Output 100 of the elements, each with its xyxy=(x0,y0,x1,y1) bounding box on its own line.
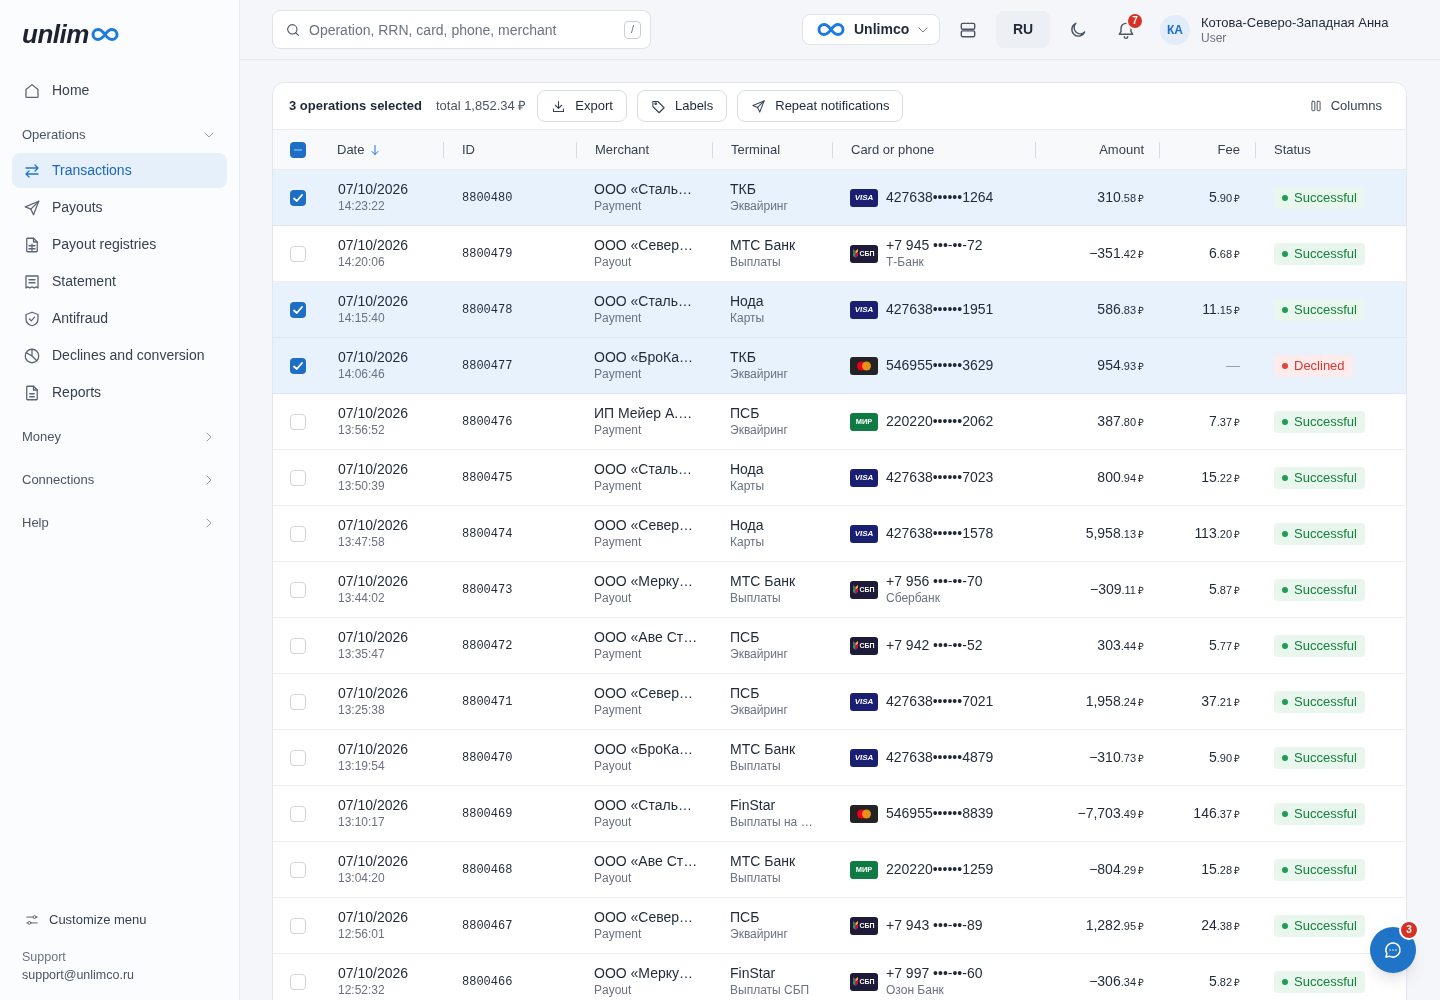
column-header[interactable]: Fee xyxy=(1217,139,1255,160)
card-number: 220220••••••1259 xyxy=(886,861,994,878)
terminal-name: ПСБ xyxy=(730,685,761,702)
avatar: КА xyxy=(1160,14,1190,45)
fee: 113.20 ₽ xyxy=(1194,524,1240,543)
terminal-name: МТС Банк xyxy=(730,853,797,870)
action-button[interactable]: Export xyxy=(537,90,627,122)
column-header[interactable]: Date xyxy=(337,139,382,160)
nav-item[interactable]: Antifraud xyxy=(12,301,227,336)
amount: 303.44 ₽ xyxy=(1097,636,1144,655)
merchant-name: ООО «Сталь… xyxy=(594,293,693,310)
infinity-logo-icon xyxy=(89,26,120,42)
operation-id: 8800478 xyxy=(462,301,513,319)
column-header[interactable]: Amount xyxy=(1099,139,1159,160)
operation-id: 8800466 xyxy=(462,973,513,991)
nav-item[interactable]: Statement xyxy=(12,264,227,299)
spreadsheet-file-icon xyxy=(23,235,41,254)
row-checkbox[interactable] xyxy=(290,973,306,990)
column-header[interactable]: Merchant xyxy=(595,139,650,160)
row-checkbox[interactable] xyxy=(290,357,306,374)
terminal-type: Эквайринг xyxy=(730,422,789,438)
date-text: 07/10/2026 xyxy=(338,685,410,702)
card-number: 427638••••••1578 xyxy=(886,525,994,542)
support-label: Support xyxy=(22,949,66,966)
row-checkbox[interactable] xyxy=(290,469,306,486)
card-number: 220220••••••2062 xyxy=(886,413,994,430)
card-logo: VISA xyxy=(850,468,878,487)
column-header[interactable]: Terminal xyxy=(731,139,781,160)
time-text: 13:19:54 xyxy=(338,758,386,774)
flag-icon xyxy=(853,585,859,594)
merchant-name: ООО «Аве Ст… xyxy=(594,853,699,870)
operation-id: 8800467 xyxy=(462,917,513,935)
time-text: 13:44:02 xyxy=(338,590,386,606)
status-label: Declined xyxy=(1294,356,1345,375)
merchant-name: ООО «Сталь… xyxy=(594,461,693,478)
nav-item[interactable]: Home xyxy=(12,73,227,108)
amount: −310.73 ₽ xyxy=(1089,748,1144,767)
action-button[interactable]: Repeat notifications xyxy=(737,90,904,122)
card-number: 427638••••••7021 xyxy=(886,693,994,710)
date-text: 07/10/2026 xyxy=(338,517,410,534)
time-text: 12:56:01 xyxy=(338,926,386,942)
nav-item[interactable]: Declines and conversion xyxy=(12,338,227,373)
operation-type: Payout xyxy=(594,758,633,774)
time-text: 14:15:40 xyxy=(338,310,386,326)
row-checkbox[interactable] xyxy=(290,525,306,542)
minus-icon xyxy=(294,148,302,151)
row-checkbox[interactable] xyxy=(290,917,306,934)
nav-item[interactable]: Payout registries xyxy=(12,227,227,262)
select-all-checkbox[interactable] xyxy=(290,141,306,158)
fee: 7.37 ₽ xyxy=(1208,412,1240,431)
amount: 954.93 ₽ xyxy=(1097,356,1144,375)
row-checkbox[interactable] xyxy=(290,413,306,430)
terminal-name: МТС Банк xyxy=(730,237,797,254)
row-checkbox[interactable] xyxy=(290,693,306,710)
nav-section[interactable]: Connections xyxy=(12,462,227,498)
time-text: 13:25:38 xyxy=(338,702,386,718)
chat-bubble-icon xyxy=(1383,940,1403,960)
status-label: Successful xyxy=(1294,972,1357,991)
status-label: Successful xyxy=(1294,636,1357,655)
bank-name: Т-Банк xyxy=(886,254,925,270)
date-text: 07/10/2026 xyxy=(338,237,410,254)
row-checkbox[interactable] xyxy=(290,749,306,766)
column-header[interactable]: ID xyxy=(462,139,475,160)
card-logo-icon xyxy=(850,804,878,823)
row-checkbox[interactable] xyxy=(290,861,306,878)
row-checkbox[interactable] xyxy=(290,189,306,206)
support-email[interactable]: support@unlimco.ru xyxy=(22,966,135,984)
row-checkbox[interactable] xyxy=(290,637,306,654)
card-number: 427638••••••1264 xyxy=(886,189,994,206)
workspace-selector[interactable]: Unlimco xyxy=(802,14,940,45)
card-logo: VISA xyxy=(850,300,878,319)
operation-type: Payment xyxy=(594,198,643,214)
customize-menu-button[interactable]: Customize menu xyxy=(12,905,160,935)
row-checkbox[interactable] xyxy=(290,301,306,318)
nav-section[interactable]: Help xyxy=(12,505,227,541)
operation-type: Payout xyxy=(594,870,633,886)
merchant-name: ООО «БроКа… xyxy=(594,349,695,366)
operation-id: 8800469 xyxy=(462,805,513,823)
fee: 24.38 ₽ xyxy=(1201,916,1240,935)
fee: 15.28 ₽ xyxy=(1201,860,1240,879)
column-header[interactable]: Status xyxy=(1274,139,1311,160)
row-checkbox[interactable] xyxy=(290,245,306,262)
card-number: +7 956 •••-••-70 xyxy=(886,573,983,590)
fee: 5.82 ₽ xyxy=(1208,972,1240,991)
shortcut-key: / xyxy=(624,20,641,39)
column-header[interactable]: Card or phone xyxy=(851,139,935,160)
language-button[interactable]: RU xyxy=(996,11,1050,48)
nav-item[interactable]: Transactions xyxy=(12,153,227,188)
nav-item[interactable]: Payouts xyxy=(12,190,227,225)
columns-button[interactable]: Columns xyxy=(1308,96,1382,116)
merchant-name: ООО «БроКа… xyxy=(594,741,695,758)
selection-count: 3 operations selected xyxy=(289,97,422,116)
action-button[interactable]: Labels xyxy=(636,90,728,122)
nav-section[interactable]: Operations xyxy=(12,117,227,153)
columns-icon xyxy=(1308,99,1323,113)
row-checkbox[interactable] xyxy=(290,805,306,822)
terminal-type: Эквайринг xyxy=(730,926,789,942)
row-checkbox[interactable] xyxy=(290,581,306,598)
nav-section[interactable]: Money xyxy=(12,419,227,455)
nav-item[interactable]: Reports xyxy=(12,375,227,410)
